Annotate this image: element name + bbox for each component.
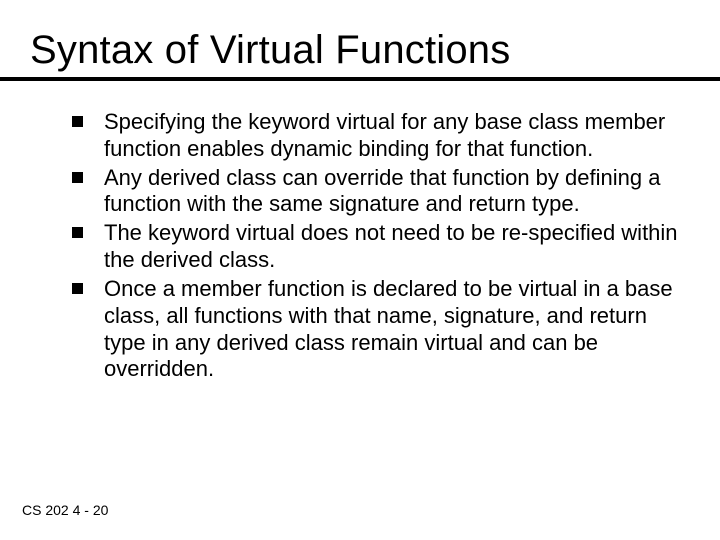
list-item-text: The keyword virtual does not need to be … xyxy=(104,220,678,272)
square-bullet-icon xyxy=(72,283,83,294)
list-item-text: Any derived class can override that func… xyxy=(104,165,660,217)
list-item: The keyword virtual does not need to be … xyxy=(72,220,678,274)
list-item: Any derived class can override that func… xyxy=(72,165,678,219)
slide-footer: CS 202 4 - 20 xyxy=(22,502,108,518)
title-underline xyxy=(0,77,720,81)
list-item: Once a member function is declared to be… xyxy=(72,276,678,383)
slide-title: Syntax of Virtual Functions xyxy=(30,28,686,73)
bullet-list: Specifying the keyword virtual for any b… xyxy=(34,109,686,383)
slide: Syntax of Virtual Functions Specifying t… xyxy=(0,0,720,540)
square-bullet-icon xyxy=(72,227,83,238)
list-item-text: Specifying the keyword virtual for any b… xyxy=(104,109,665,161)
square-bullet-icon xyxy=(72,116,83,127)
square-bullet-icon xyxy=(72,172,83,183)
list-item: Specifying the keyword virtual for any b… xyxy=(72,109,678,163)
list-item-text: Once a member function is declared to be… xyxy=(104,276,673,381)
